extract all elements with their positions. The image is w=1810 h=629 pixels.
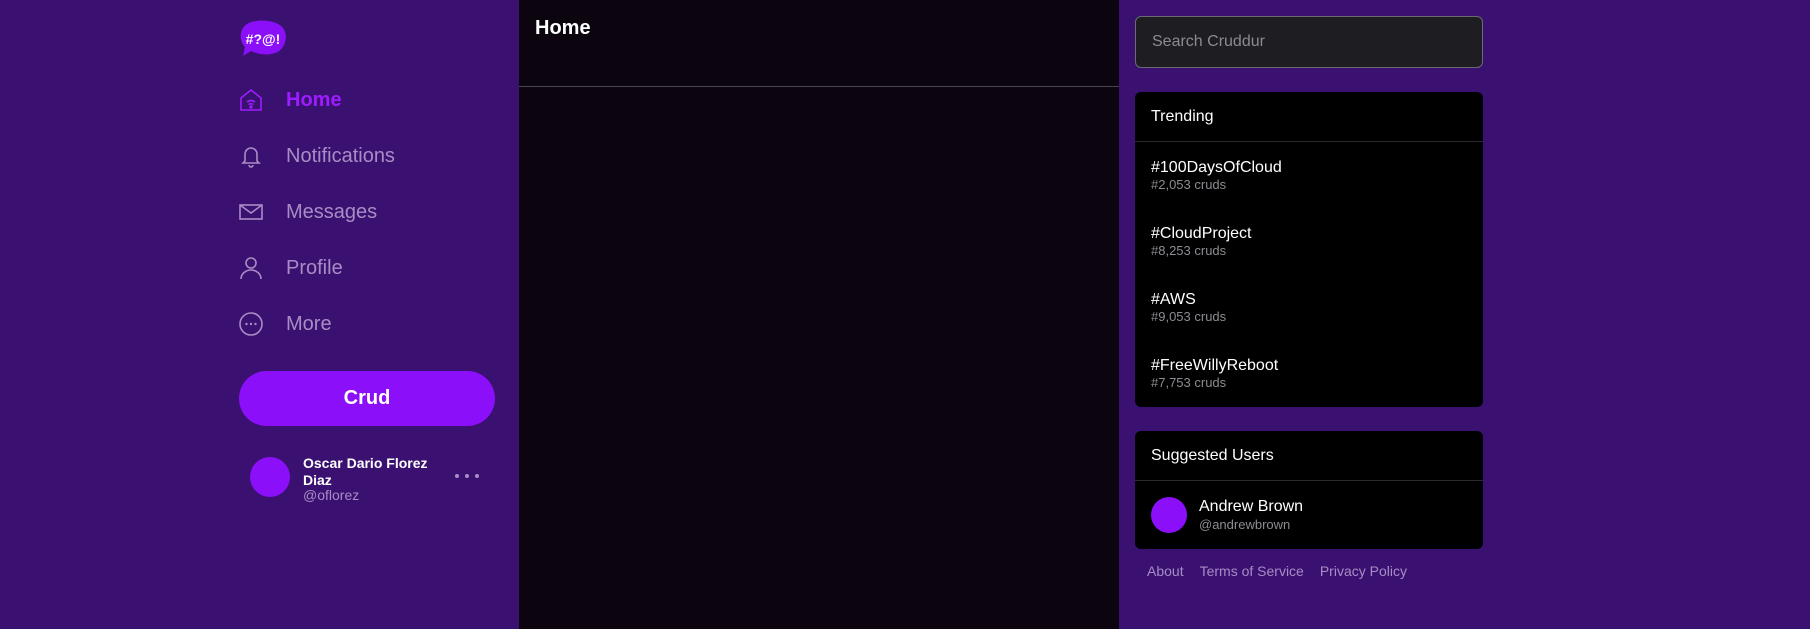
trending-title: Trending	[1135, 92, 1483, 142]
suggested-users-panel: Suggested Users Andrew Brown @andrewbrow…	[1135, 431, 1483, 549]
nav-item-profile[interactable]: Profile	[236, 246, 486, 290]
footer-link-terms[interactable]: Terms of Service	[1200, 563, 1304, 579]
trend-count: #9,053 cruds	[1151, 309, 1227, 324]
nav-label: More	[286, 312, 332, 335]
main-feed: Home	[519, 0, 1119, 629]
user-handle: @oflorez	[303, 487, 360, 503]
footer-link-about[interactable]: About	[1147, 563, 1184, 579]
page-title: Home	[535, 17, 591, 39]
trend-count: #8,253 cruds	[1151, 243, 1227, 258]
user-display-name: Oscar Dario Florez Diaz	[303, 455, 428, 488]
nav-label: Profile	[286, 256, 343, 279]
suggested-user-item[interactable]: Andrew Brown @andrewbrown	[1135, 481, 1483, 549]
trend-item[interactable]: #AWS #9,053 cruds	[1135, 274, 1483, 340]
main-header: Home	[519, 0, 1119, 87]
nav-item-messages[interactable]: Messages	[236, 190, 486, 234]
trend-count: #7,753 cruds	[1151, 375, 1227, 390]
trend-tag: #AWS	[1151, 291, 1196, 308]
nav-label: Home	[286, 88, 342, 111]
trend-item[interactable]: #CloudProject #8,253 cruds	[1135, 208, 1483, 274]
home-icon	[236, 85, 266, 115]
more-icon	[236, 309, 266, 339]
nav-label: Messages	[286, 200, 378, 223]
suggested-users-title: Suggested Users	[1135, 431, 1483, 481]
bell-icon	[236, 141, 266, 171]
cruddur-logo[interactable]: #?@!	[239, 20, 287, 58]
current-user-card[interactable]: Oscar Dario Florez Diaz @oflorez	[250, 455, 486, 515]
logo-text: #?@!	[246, 31, 281, 47]
nav-item-notifications[interactable]: Notifications	[236, 134, 486, 178]
trend-item[interactable]: #FreeWillyReboot #7,753 cruds	[1135, 340, 1483, 406]
nav-item-home[interactable]: Home	[236, 78, 486, 122]
trend-item[interactable]: #100DaysOfCloud #2,053 cruds	[1135, 142, 1483, 208]
suggested-user-handle: @andrewbrown	[1199, 517, 1291, 532]
footer-link-privacy[interactable]: Privacy Policy	[1320, 563, 1407, 579]
trend-tag: #FreeWillyReboot	[1151, 357, 1279, 374]
crud-button[interactable]: Crud	[239, 371, 495, 426]
avatar	[1151, 497, 1187, 533]
user-more-icon[interactable]	[455, 469, 479, 483]
nav-item-more[interactable]: More	[236, 302, 486, 346]
avatar	[250, 457, 290, 497]
trend-tag: #CloudProject	[1151, 225, 1252, 242]
suggested-user-name: Andrew Brown	[1199, 498, 1304, 515]
left-sidebar: #?@! Home Notifications Messages Profile…	[0, 0, 519, 629]
user-icon	[236, 253, 266, 283]
right-sidebar: Trending #100DaysOfCloud #2,053 cruds #C…	[1119, 0, 1810, 629]
footer-links: About Terms of Service Privacy Policy	[1147, 563, 1407, 579]
trending-panel: Trending #100DaysOfCloud #2,053 cruds #C…	[1135, 92, 1483, 407]
search-input[interactable]	[1135, 16, 1483, 68]
nav-label: Notifications	[286, 144, 395, 167]
trend-tag: #100DaysOfCloud	[1151, 159, 1282, 176]
logo-bubble-icon: #?@!	[240, 20, 286, 56]
envelope-icon	[236, 197, 266, 227]
trend-count: #2,053 cruds	[1151, 177, 1227, 192]
